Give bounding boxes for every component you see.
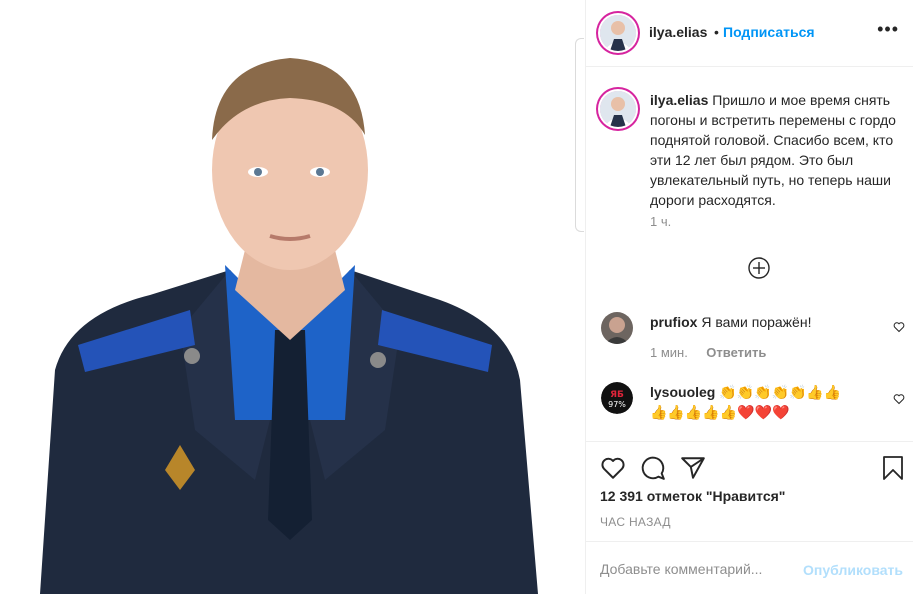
author-avatar[interactable] <box>600 15 636 51</box>
comment-body: lysouoleg 👏👏👏👏👏👍👍 👍👍👍👍👍❤️❤️❤️ <box>650 382 880 422</box>
author-username[interactable]: ilya.elias <box>649 24 707 40</box>
caption-body: ilya.elias Пришло и мое время снять пого… <box>650 90 902 210</box>
caption-text: Пришло и мое время снять погоны и встрет… <box>650 92 896 208</box>
caption-time[interactable]: 1 ч. <box>650 214 671 229</box>
separator-dot: • <box>714 24 719 40</box>
paper-plane-icon[interactable] <box>680 455 706 486</box>
comment-emoji-line-2: 👍👍👍👍👍❤️❤️❤️ <box>650 404 790 420</box>
publish-button[interactable]: Опубликовать <box>803 562 903 578</box>
commenter-avatar[interactable]: ЯБ 97% <box>601 382 633 414</box>
scroll-handle[interactable] <box>575 38 584 232</box>
follow-button[interactable]: Подписаться <box>723 24 815 40</box>
commenter-username[interactable]: lysouoleg <box>650 384 715 400</box>
comment-meta: 1 мин. Ответить <box>650 344 766 362</box>
comment-bubble-icon[interactable] <box>640 455 666 486</box>
commenter-username[interactable]: prufiox <box>650 314 697 330</box>
bookmark-icon[interactable] <box>881 455 905 486</box>
svg-text:ЯБ: ЯБ <box>610 390 624 400</box>
comment-body: prufiox Я вами поражён! <box>650 314 811 330</box>
more-options-icon[interactable]: ••• <box>877 20 899 38</box>
post-header: ilya.elias • Подписаться ••• <box>586 0 913 67</box>
comment-like-icon[interactable] <box>893 320 905 338</box>
caption-avatar[interactable] <box>600 91 636 127</box>
reply-button[interactable]: Ответить <box>706 345 766 360</box>
add-comment-bar: Добавьте комментарий... Опубликовать <box>586 541 913 595</box>
commenter-avatar[interactable] <box>601 312 633 344</box>
comment-time[interactable]: 1 мин. <box>650 345 688 360</box>
post-side-panel: ilya.elias • Подписаться ••• ilya.elias … <box>586 0 913 594</box>
comment-emoji-line-1: 👏👏👏👏👏👍👍 <box>719 384 842 400</box>
svg-text:97%: 97% <box>608 400 626 409</box>
comment-item: prufiox Я вами поражён! 1 мин. Ответить <box>586 306 913 366</box>
caption-username[interactable]: ilya.elias <box>650 92 708 108</box>
comment-like-icon[interactable] <box>893 392 905 410</box>
post-photo[interactable] <box>0 0 585 594</box>
comment-input[interactable]: Добавьте комментарий... <box>600 561 762 577</box>
comment-item: ЯБ 97% lysouoleg 👏👏👏👏👏👍👍 👍👍👍👍👍❤️❤️❤️ <box>586 376 913 436</box>
load-more-comments-icon[interactable] <box>748 257 770 279</box>
likes-count[interactable]: 12 391 отметок "Нравится" <box>600 488 785 504</box>
comment-text: Я вами поражён! <box>701 314 812 330</box>
post-timestamp[interactable]: ЧАС НАЗАД <box>600 515 671 529</box>
post-actions: 12 391 отметок "Нравится" ЧАС НАЗАД <box>586 441 913 542</box>
officer-portrait-image <box>0 0 585 594</box>
heart-icon[interactable] <box>600 455 626 486</box>
